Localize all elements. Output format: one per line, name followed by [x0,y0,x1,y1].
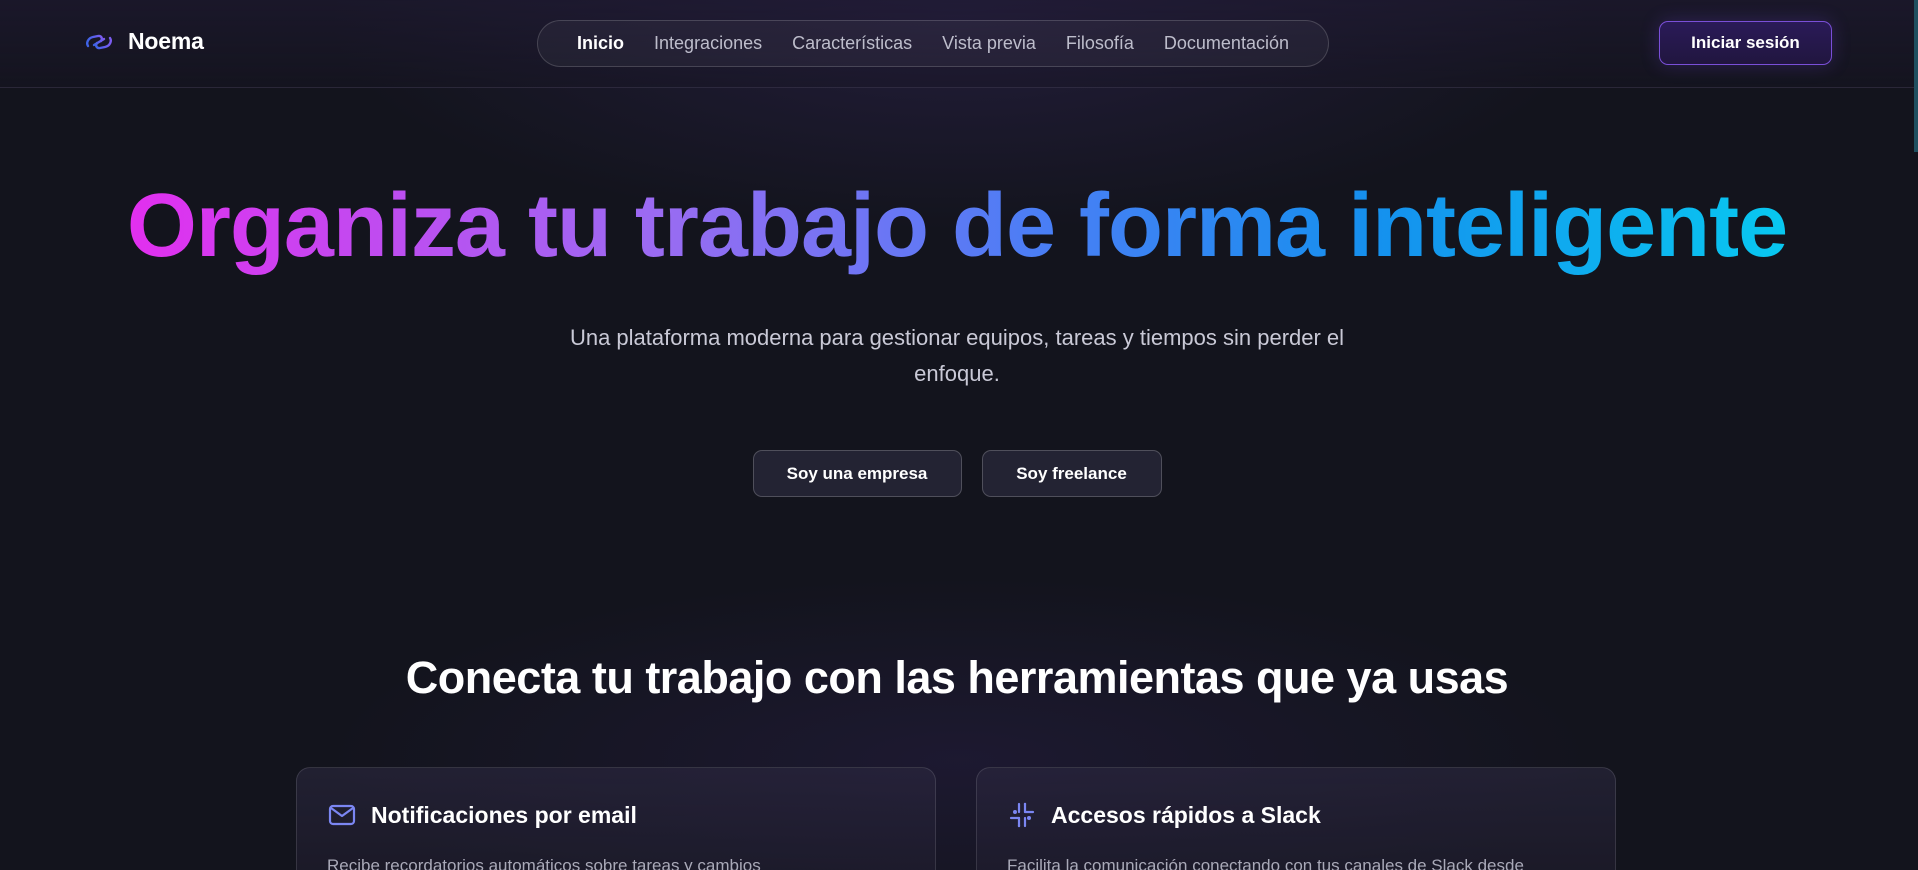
top-navigation-bar: Noema Inicio Integraciones Característic… [0,0,1914,88]
hero-subtitle: Una plataforma moderna para gestionar eq… [569,325,1345,386]
slack-icon [1009,802,1035,828]
integrations-title: Conecta tu trabajo con las herramientas … [405,652,1509,703]
card-title: Accesos rápidos a Slack [1051,801,1321,828]
card-title: Notificaciones por email [371,801,637,828]
integration-card-slack[interactable]: Accesos rápidos a Slack Facilita la comu… [976,767,1616,870]
nav-item-filosofia[interactable]: Filosofía [1066,33,1134,54]
nav-item-vista-previa[interactable]: Vista previa [942,33,1036,54]
freelance-cta-button[interactable]: Soy freelance [981,450,1162,497]
nav-item-inicio[interactable]: Inicio [577,33,624,54]
card-header: Accesos rápidos a Slack [1007,800,1321,830]
landing-page: Noema Inicio Integraciones Característic… [0,0,1918,870]
card-header: Notificaciones por email [327,800,637,830]
card-description: Recibe recordatorios automáticos sobre t… [327,856,761,870]
main-nav: Inicio Integraciones Características Vis… [537,20,1329,67]
card-description: Facilita la comunicación conectando con … [1007,856,1524,870]
nav-item-caracteristicas[interactable]: Características [792,33,912,54]
integration-card-email[interactable]: Notificaciones por email Recibe recordat… [296,767,936,870]
cta-group: Soy una empresa Soy freelance [0,450,1914,497]
company-cta-button[interactable]: Soy una empresa [752,450,962,497]
login-button[interactable]: Iniciar sesión [1659,21,1832,65]
hero-title: Organiza tu trabajo de forma inteligente [0,170,1914,282]
brand[interactable]: Noema [84,28,204,55]
nav-item-documentacion[interactable]: Documentación [1164,33,1289,54]
hero-title-text: Organiza tu trabajo de forma inteligente [126,176,1788,276]
scrollbar-thumb[interactable] [1914,0,1918,152]
brand-name: Noema [128,28,204,54]
mail-icon [328,804,356,826]
link-icon [86,34,112,49]
nav-item-integraciones[interactable]: Integraciones [654,33,762,54]
